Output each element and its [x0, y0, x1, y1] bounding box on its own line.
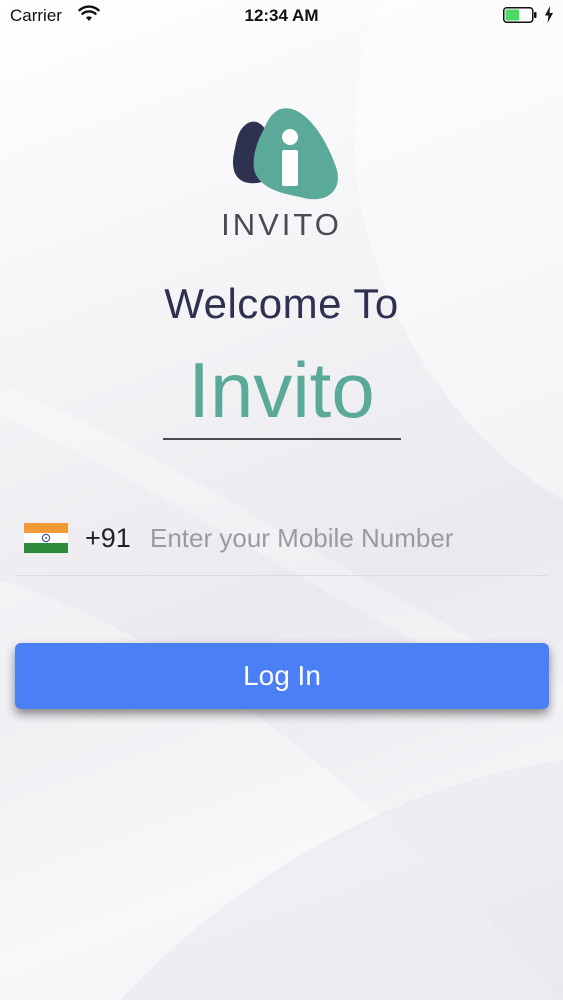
- mobile-number-input[interactable]: [150, 517, 545, 559]
- title-divider: [163, 438, 401, 440]
- login-screen: Carrier 12:34 AM INVITO Welcome To Invit…: [0, 0, 563, 1000]
- logo-wordmark: INVITO: [221, 207, 342, 242]
- welcome-title: Welcome To: [164, 280, 399, 327]
- input-underline: [15, 575, 547, 576]
- mobile-number-field: +91: [15, 515, 547, 576]
- app-name-heading: Invito: [188, 346, 375, 434]
- clock-time: 12:34 AM: [244, 6, 319, 25]
- status-bar: Carrier 12:34 AM: [0, 0, 563, 32]
- battery-icon: [503, 7, 537, 23]
- invito-logo-icon: [232, 108, 338, 200]
- login-button[interactable]: Log In: [15, 643, 549, 709]
- lightning-bolt-icon: [545, 6, 553, 23]
- india-flag-icon[interactable]: [24, 523, 68, 553]
- battery-level-fill: [505, 9, 520, 21]
- country-code[interactable]: +91: [85, 523, 131, 554]
